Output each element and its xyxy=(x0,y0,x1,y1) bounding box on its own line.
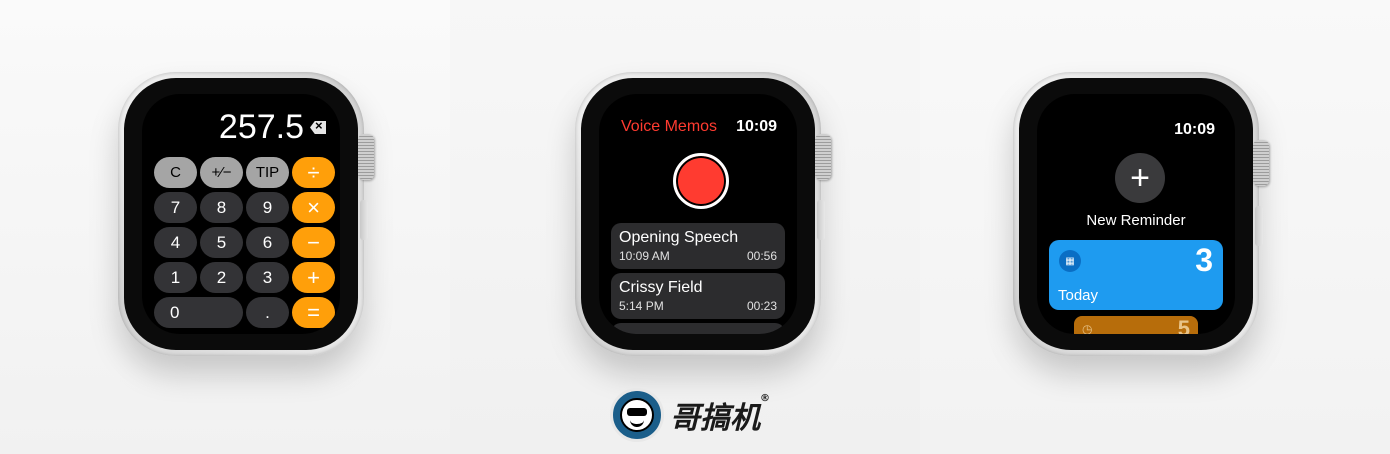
watch-reminders: 10:09 + New Reminder ▦ 3 Today ◷ 5 xyxy=(1013,72,1259,356)
new-reminder-label: New Reminder xyxy=(1086,212,1186,229)
recording-duration: 00:56 xyxy=(746,249,777,263)
recording-item-partial[interactable] xyxy=(611,323,785,334)
app-title: Voice Memos xyxy=(621,118,718,135)
reminder-list-card-scheduled[interactable]: ◷ 5 xyxy=(1074,316,1198,334)
key-multiply[interactable]: × xyxy=(292,192,335,223)
key-8[interactable]: 8 xyxy=(200,192,243,223)
reminder-list-card-today[interactable]: ▦ 3 Today xyxy=(1049,240,1223,310)
clock-icon: ◷ xyxy=(1082,322,1093,334)
key-9[interactable]: 9 xyxy=(246,192,289,223)
side-button[interactable] xyxy=(360,200,368,240)
key-0[interactable]: 0 xyxy=(154,297,243,328)
digital-crown[interactable] xyxy=(358,134,374,180)
key-plus[interactable]: + xyxy=(292,262,335,293)
watch-bezel: 10:09 + New Reminder ▦ 3 Today ◷ 5 xyxy=(1019,78,1253,350)
backspace-icon[interactable] xyxy=(310,121,326,134)
clock-time: 10:09 xyxy=(736,118,777,135)
recording-name: Crissy Field xyxy=(619,279,703,296)
voice-memos-header: Voice Memos 10:09 xyxy=(621,118,777,136)
reminder-list-label: Today xyxy=(1058,287,1099,304)
calculator-display-value: 257.5 xyxy=(218,108,304,146)
side-button[interactable] xyxy=(1255,206,1263,246)
key-plus-minus[interactable]: +⁄− xyxy=(200,157,243,188)
key-6[interactable]: 6 xyxy=(246,227,289,258)
recording-time: 5:14 PM xyxy=(619,299,664,313)
key-7[interactable]: 7 xyxy=(154,192,197,223)
mascot-face-icon xyxy=(620,398,654,432)
brand-name: 哥搞机® xyxy=(670,393,770,437)
watch-voice-memos: Voice Memos 10:09 Opening Speech 10:09 A… xyxy=(575,72,821,356)
digital-crown[interactable] xyxy=(815,134,831,180)
recording-name: Opening Speech xyxy=(619,229,739,246)
add-reminder-button[interactable]: + xyxy=(1115,153,1165,203)
digital-crown[interactable] xyxy=(1253,140,1269,186)
calculator-keypad: C +⁄− TIP ÷ 7 8 9 × 4 5 6 − 1 2 3 + 0 . … xyxy=(154,157,336,328)
key-tip[interactable]: TIP xyxy=(246,157,289,188)
voice-memos-screen: Voice Memos 10:09 Opening Speech 10:09 A… xyxy=(599,94,797,334)
key-2[interactable]: 2 xyxy=(200,262,243,293)
watch-bezel: Voice Memos 10:09 Opening Speech 10:09 A… xyxy=(581,78,815,350)
side-button[interactable] xyxy=(817,200,825,240)
recording-item[interactable]: Crissy Field 5:14 PM 00:23 xyxy=(611,273,785,319)
key-clear[interactable]: C xyxy=(154,157,197,188)
recording-item[interactable]: Opening Speech 10:09 AM 00:56 xyxy=(611,223,785,269)
mascot-logo-icon xyxy=(610,388,664,442)
calendar-icon: ▦ xyxy=(1059,250,1081,272)
calculator-display: 257.5 xyxy=(219,108,326,147)
key-minus[interactable]: − xyxy=(292,227,335,258)
brand-name-text: 哥搞机 xyxy=(670,401,760,436)
key-decimal[interactable]: . xyxy=(246,297,289,328)
reminders-screen: 10:09 + New Reminder ▦ 3 Today ◷ 5 xyxy=(1037,94,1235,334)
key-1[interactable]: 1 xyxy=(154,262,197,293)
watch-bezel: 257.5 C +⁄− TIP ÷ 7 8 9 × 4 5 6 − 1 2 3 … xyxy=(124,78,358,350)
key-5[interactable]: 5 xyxy=(200,227,243,258)
brand-watermark: 哥搞机® xyxy=(610,388,770,442)
reminder-count: 3 xyxy=(1195,242,1213,278)
key-equals[interactable]: = xyxy=(292,297,335,328)
registered-mark: ® xyxy=(760,393,770,404)
recording-time: 10:09 AM xyxy=(619,249,670,263)
plus-icon: + xyxy=(1130,158,1150,197)
key-4[interactable]: 4 xyxy=(154,227,197,258)
watch-calculator: 257.5 C +⁄− TIP ÷ 7 8 9 × 4 5 6 − 1 2 3 … xyxy=(118,72,364,356)
recording-duration: 00:23 xyxy=(746,299,777,313)
record-button[interactable] xyxy=(673,153,729,209)
key-divide[interactable]: ÷ xyxy=(292,157,335,188)
key-3[interactable]: 3 xyxy=(246,262,289,293)
calculator-screen: 257.5 C +⁄− TIP ÷ 7 8 9 × 4 5 6 − 1 2 3 … xyxy=(142,94,340,334)
reminder-count: 5 xyxy=(1177,316,1190,334)
clock-time: 10:09 xyxy=(1174,121,1215,138)
